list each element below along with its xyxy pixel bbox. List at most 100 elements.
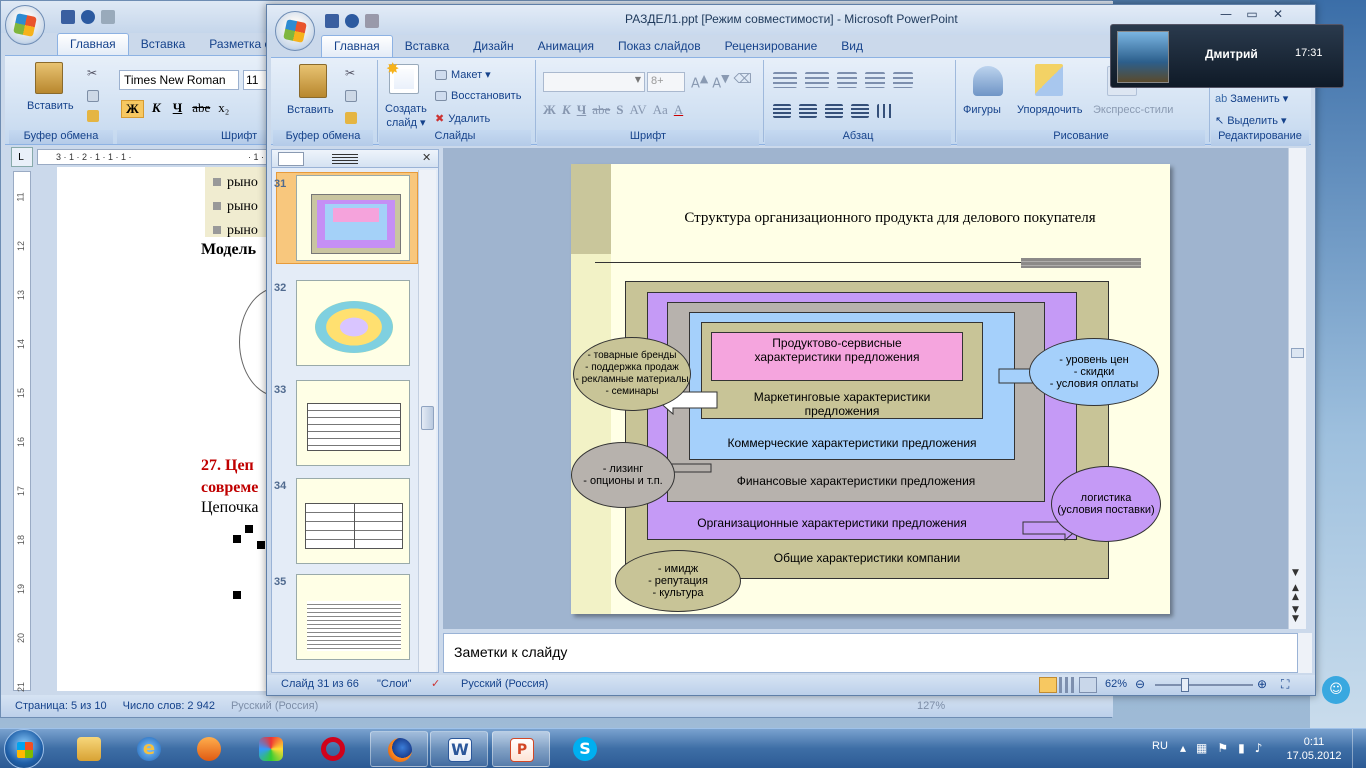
- ellipse-marketing[interactable]: - товарные бренды - поддержка продаж - р…: [573, 337, 691, 411]
- taskbar-word[interactable]: W: [430, 731, 488, 767]
- numbering-icon[interactable]: [805, 72, 829, 88]
- ellipse-finance[interactable]: - лизинг - опционы и т.п.: [571, 442, 675, 508]
- word-strike-button[interactable]: abe: [190, 100, 212, 118]
- copy-icon[interactable]: [87, 90, 99, 102]
- word-office-button[interactable]: [5, 5, 45, 45]
- zoom-slider-thumb[interactable]: [1181, 678, 1189, 692]
- cut-icon[interactable]: ✂: [87, 66, 97, 80]
- ruler-tab-selector[interactable]: L: [11, 147, 33, 167]
- ppt-tab-insert[interactable]: Вставка: [393, 36, 462, 57]
- notes-placeholder[interactable]: Заметки к слайду: [454, 644, 567, 660]
- ppt-spacing-button[interactable]: AV: [630, 102, 647, 118]
- redo-icon[interactable]: [101, 10, 115, 24]
- ppt-select-button[interactable]: ↖ Выделить ▾: [1215, 114, 1287, 127]
- close-icon[interactable]: ✕: [1265, 5, 1291, 23]
- ppt-font-name-field[interactable]: ▼: [543, 72, 645, 92]
- word-status-words[interactable]: Число слов: 2 942: [123, 700, 215, 712]
- align-center-icon[interactable]: [799, 104, 817, 118]
- copy-icon[interactable]: [345, 90, 357, 102]
- skype-notification[interactable]: Дмитрий 17:31: [1110, 24, 1344, 88]
- word-status-page[interactable]: Страница: 5 из 10: [15, 700, 107, 712]
- start-button[interactable]: [4, 729, 44, 768]
- ppt-layout-button[interactable]: Макет ▾: [435, 68, 491, 81]
- close-pane-icon[interactable]: ✕: [422, 151, 431, 164]
- volume-icon[interactable]: ♪: [1255, 741, 1263, 755]
- ppt-status-slide[interactable]: Слайд 31 из 66: [281, 678, 359, 690]
- zoom-slider-track[interactable]: [1155, 684, 1253, 686]
- ppt-status-zoom[interactable]: 62%: [1105, 678, 1127, 690]
- ppt-italic-button[interactable]: К: [562, 102, 571, 118]
- increase-indent-icon[interactable]: [865, 72, 885, 88]
- taskbar-skype[interactable]: S: [556, 731, 614, 767]
- ppt-font-size-field[interactable]: 8+: [647, 72, 685, 92]
- paste-icon[interactable]: [299, 64, 327, 98]
- maximize-icon[interactable]: ▭: [1239, 5, 1265, 23]
- clear-format-icon[interactable]: ⌫: [733, 72, 751, 91]
- ppt-tab-home[interactable]: Главная: [321, 35, 393, 57]
- ppt-status-language[interactable]: Русский (Россия): [461, 678, 548, 690]
- word-italic-button[interactable]: К: [148, 100, 165, 118]
- slide-scroll-thumb[interactable]: [1291, 348, 1304, 358]
- ppt-underline-button[interactable]: Ч: [577, 102, 587, 118]
- shrink-font-icon[interactable]: A▼: [712, 72, 729, 91]
- thumbnails-scrollbar[interactable]: [418, 170, 436, 672]
- save-icon[interactable]: [61, 10, 75, 24]
- network-icon[interactable]: ▦: [1196, 741, 1207, 755]
- word-paste-button[interactable]: Вставить: [27, 100, 74, 112]
- next-slide-icon[interactable]: ▼ ▼: [1292, 606, 1299, 624]
- outline-tab-icon[interactable]: [332, 154, 358, 166]
- scroll-down-arrow-icon[interactable]: ▼: [1292, 568, 1299, 578]
- taskbar-opera[interactable]: [304, 731, 362, 767]
- ppt-new-slide-button[interactable]: Создать слайд ▾: [385, 102, 427, 130]
- word-bold-button[interactable]: Ж: [121, 100, 144, 118]
- chat-bubble-icon[interactable]: ☺: [1322, 676, 1350, 704]
- ppt-replace-button[interactable]: ab Заменить ▾: [1215, 92, 1288, 105]
- slide-thumbnail-31[interactable]: [296, 175, 410, 261]
- decrease-indent-icon[interactable]: [837, 72, 857, 88]
- format-painter-icon[interactable]: [87, 110, 99, 122]
- ppt-tab-design[interactable]: Дизайн: [461, 36, 525, 57]
- tray-language[interactable]: RU: [1152, 740, 1168, 752]
- slide-editing-area[interactable]: Структура организационного продукта для …: [443, 148, 1306, 629]
- shapes-icon[interactable]: [973, 66, 1003, 96]
- notes-scrollbar[interactable]: [1298, 633, 1312, 673]
- new-slide-icon[interactable]: ✸: [386, 59, 419, 94]
- ppt-tab-animation[interactable]: Анимация: [526, 36, 606, 57]
- slide-scrollbar[interactable]: ▼ ▲ ▲ ▼ ▼: [1288, 148, 1306, 629]
- slides-tab-icon[interactable]: [278, 152, 304, 166]
- ppt-font-color-button[interactable]: A: [674, 102, 683, 118]
- spellcheck-icon[interactable]: ✓: [431, 677, 440, 690]
- word-tab-home[interactable]: Главная: [57, 33, 129, 55]
- word-font-name-field[interactable]: Times New Roman: [119, 70, 239, 90]
- slide-thumbnail-33[interactable]: [296, 380, 410, 466]
- ppt-delete-button[interactable]: ✖ Удалить: [435, 112, 490, 125]
- ppt-status-theme[interactable]: "Слои": [377, 678, 412, 690]
- word-status-zoom[interactable]: 127%: [917, 700, 945, 712]
- previous-slide-icon[interactable]: ▲ ▲: [1292, 584, 1299, 602]
- paste-icon[interactable]: [35, 62, 63, 94]
- battery-icon[interactable]: ▮: [1238, 741, 1245, 755]
- word-tab-insert[interactable]: Вставка: [129, 34, 198, 55]
- show-desktop-button[interactable]: [1352, 729, 1366, 768]
- ppt-strike-button[interactable]: abe: [592, 102, 610, 118]
- ppt-bold-button[interactable]: Ж: [543, 102, 556, 118]
- slide-canvas[interactable]: Структура организационного продукта для …: [571, 164, 1170, 614]
- save-icon[interactable]: [325, 14, 339, 28]
- word-status-language[interactable]: Русский (Россия): [231, 700, 318, 712]
- taskbar-firefox[interactable]: [370, 731, 428, 767]
- ppt-quick-styles-button[interactable]: Экспресс-стили: [1093, 104, 1173, 116]
- undo-icon[interactable]: [81, 10, 95, 24]
- ellipse-logistics[interactable]: логистика (условия поставки): [1051, 466, 1161, 542]
- undo-icon[interactable]: [345, 14, 359, 28]
- taskbar-paint[interactable]: [242, 731, 300, 767]
- fit-to-window-icon[interactable]: ⛶: [1281, 677, 1289, 692]
- flag-icon[interactable]: ⚑: [1217, 741, 1228, 755]
- line-spacing-icon[interactable]: [893, 72, 913, 88]
- taskbar-explorer[interactable]: [60, 731, 118, 767]
- powerpoint-window[interactable]: РАЗДЕЛ1.ppt [Режим совместимости] - Micr…: [266, 4, 1316, 696]
- columns-icon[interactable]: [877, 104, 895, 118]
- taskbar-powerpoint[interactable]: P: [492, 731, 550, 767]
- bullets-icon[interactable]: [773, 72, 797, 88]
- taskbar-media-player[interactable]: [180, 731, 238, 767]
- slide-thumbnail-35[interactable]: [296, 574, 410, 660]
